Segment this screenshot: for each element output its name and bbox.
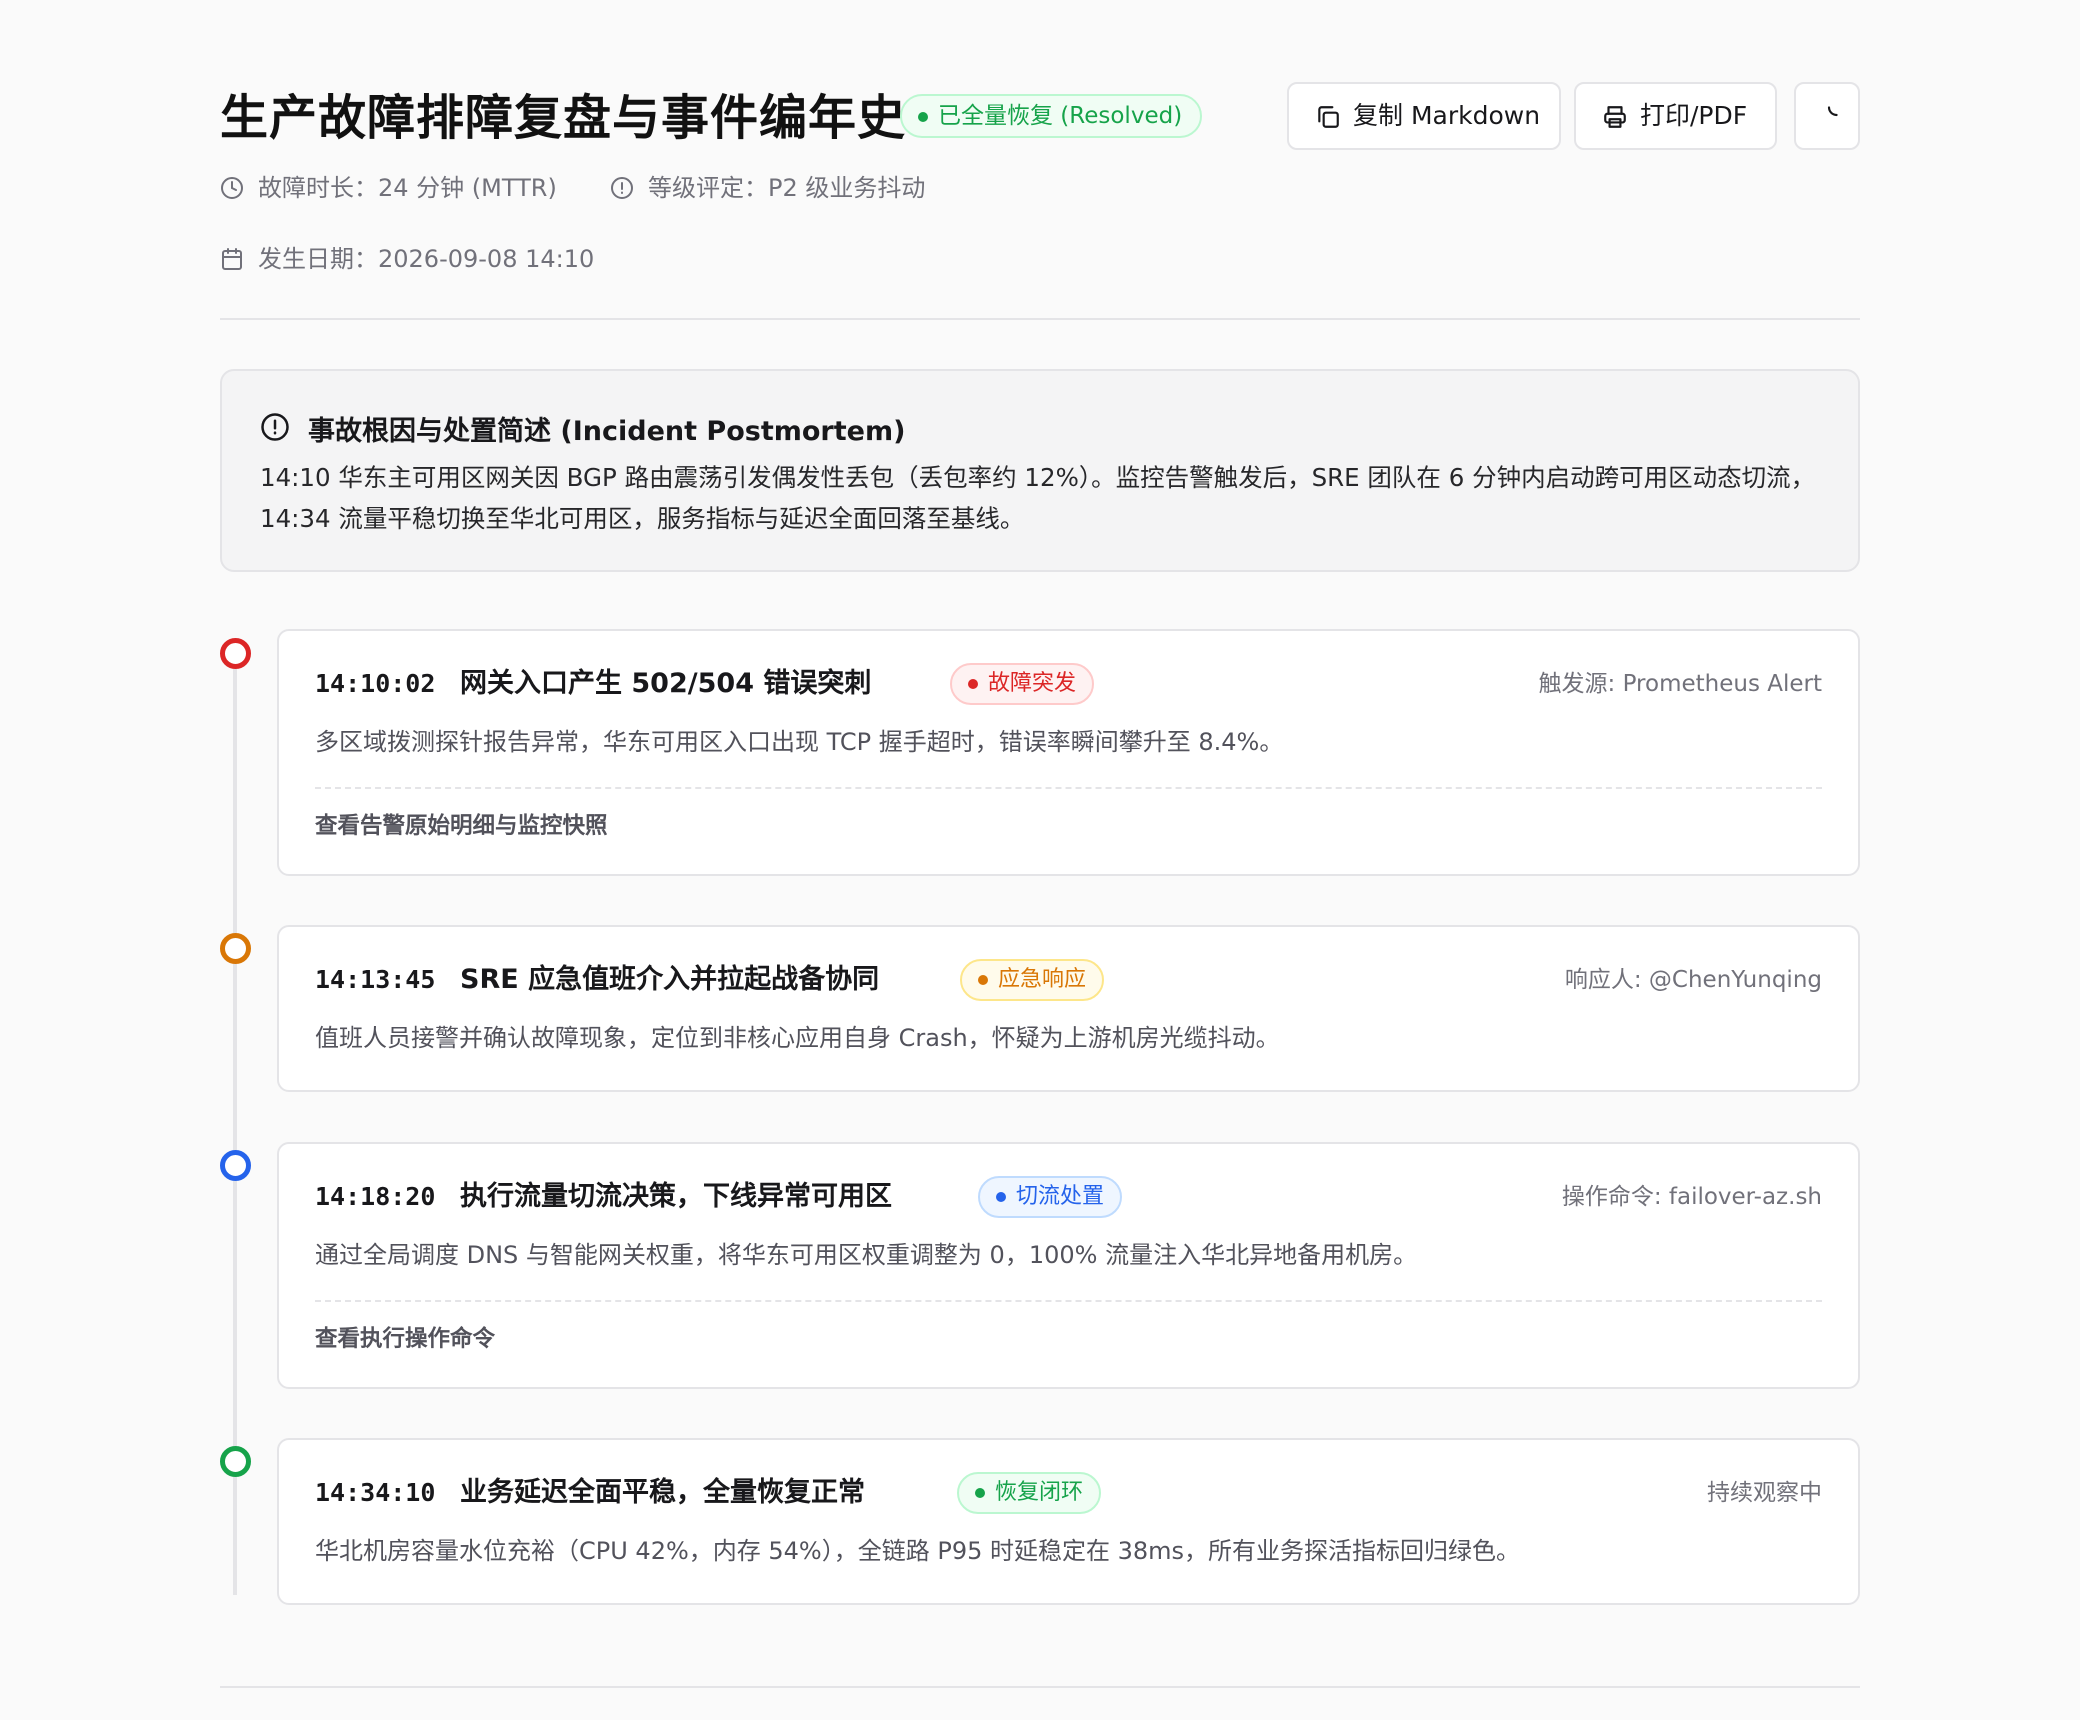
event-tag: 切流处置 — [978, 1176, 1123, 1218]
footer-divider — [220, 1686, 1860, 1688]
event-description: 多区域拨测探针报告异常，华东可用区入口出现 TCP 握手超时，错误率瞬间攀升至 … — [315, 728, 1284, 756]
meta-date-text: 发生日期：2026-09-08 14:10 — [258, 245, 595, 273]
event-tag-label: 应急响应 — [998, 967, 1087, 992]
view-alert-details-link[interactable]: 查看告警原始明细与监控快照 — [315, 811, 608, 841]
timeline-node — [220, 1446, 251, 1477]
event-time: 14:10:02 — [315, 669, 436, 698]
event-tag: 应急响应 — [960, 959, 1105, 1001]
calendar-icon — [222, 248, 242, 270]
tag-dot — [975, 1488, 985, 1498]
summary-body: 14:10 华东主可用区网关因 BGP 路由震荡引发偶发性丢包（丢包率约 12%… — [260, 463, 1816, 533]
print-pdf-button[interactable]: 打印/PDF — [1574, 82, 1777, 150]
page-header: 生产故障排障复盘与事件编年史 已全量恢复 (Resolved) 复制 Markd… — [220, 82, 1860, 152]
event-title: 执行流量切流决策，下线异常可用区 — [460, 1181, 892, 1212]
theme-toggle-button[interactable] — [1794, 82, 1860, 150]
copy-icon — [1318, 106, 1339, 128]
status-badge-label: 已全量恢复 (Resolved) — [938, 103, 1183, 129]
tag-dot — [968, 679, 978, 689]
meta-level-text: 等级评定：P2 级业务抖动 — [648, 174, 926, 202]
timeline-event-card: 14:34:10 业务延迟全面平稳，全量恢复正常 恢复闭环 持续观察中 华北机房… — [277, 1438, 1860, 1605]
printer-icon — [1604, 106, 1626, 128]
event-tag-label: 切流处置 — [1016, 1184, 1105, 1209]
header-divider — [220, 318, 1860, 320]
tag-dot — [996, 1192, 1006, 1202]
event-separator — [315, 1300, 1822, 1302]
event-source: 操作命令: failover-az.sh — [1561, 1184, 1822, 1210]
meta-date: 发生日期：2026-09-08 14:10 — [220, 243, 640, 275]
event-description: 华北机房容量水位充裕（CPU 42%，内存 54%），全链路 P95 时延稳定在… — [315, 1537, 1521, 1565]
alert-circle-icon — [611, 177, 633, 199]
event-source: 触发源: Prometheus Alert — [1538, 671, 1822, 697]
print-pdf-label: 打印/PDF — [1640, 101, 1748, 130]
view-command-link[interactable]: 查看执行操作命令 — [315, 1324, 495, 1354]
page-title: 生产故障排障复盘与事件编年史 — [220, 90, 907, 146]
event-time: 14:13:45 — [315, 965, 436, 994]
timeline-event-card: 14:13:45 SRE 应急值班介入并拉起战备协同 应急响应 响应人: @Ch… — [277, 925, 1860, 1092]
incident-summary: 事故根因与处置简述 (Incident Postmortem) 14:10 华东… — [220, 369, 1860, 572]
status-badge: 已全量恢复 (Resolved) — [900, 94, 1203, 138]
timeline-node — [220, 1150, 251, 1181]
alert-circle-icon — [261, 413, 289, 441]
event-description: 值班人员接警并确认故障现象，定位到非核心应用自身 Crash，怀疑为上游机房光缆… — [315, 1024, 1280, 1052]
meta-duration: 故障时长：24 分钟 (MTTR) — [220, 172, 600, 204]
event-title: 业务延迟全面平稳，全量恢复正常 — [460, 1477, 865, 1508]
clock-icon — [221, 177, 243, 199]
event-source: 响应人: @ChenYunqing — [1564, 967, 1822, 993]
event-tag-label: 故障突发 — [988, 671, 1077, 696]
copy-markdown-button[interactable]: 复制 Markdown — [1287, 82, 1561, 150]
meta-level: 等级评定：P2 级业务抖动 — [610, 172, 970, 204]
event-time: 14:18:20 — [315, 1182, 436, 1211]
tag-dot — [978, 975, 988, 985]
event-title: SRE 应急值班介入并拉起战备协同 — [460, 964, 880, 995]
event-description: 通过全局调度 DNS 与智能网关权重，将华东可用区权重调整为 0，100% 流量… — [315, 1241, 1418, 1269]
event-tag: 故障突发 — [950, 663, 1095, 705]
moon-icon — [1827, 106, 1838, 117]
event-tag-label: 恢复闭环 — [995, 1480, 1084, 1505]
page-container: 生产故障排障复盘与事件编年史 已全量恢复 (Resolved) 复制 Markd… — [220, 0, 1860, 1720]
copy-markdown-label: 复制 Markdown — [1353, 101, 1541, 130]
event-title: 网关入口产生 502/504 错误突刺 — [460, 668, 872, 699]
meta-duration-text: 故障时长：24 分钟 (MTTR) — [258, 174, 557, 202]
timeline-node — [220, 638, 251, 669]
timeline-event-card: 14:18:20 执行流量切流决策，下线异常可用区 切流处置 操作命令: fai… — [277, 1142, 1860, 1389]
status-dot — [918, 112, 928, 122]
summary-title: 事故根因与处置简述 (Incident Postmortem) — [308, 416, 906, 447]
event-source: 持续观察中 — [1707, 1480, 1822, 1506]
event-separator — [315, 787, 1822, 789]
timeline-event-card: 14:10:02 网关入口产生 502/504 错误突刺 故障突发 触发源: P… — [277, 629, 1860, 876]
event-tag: 恢复闭环 — [957, 1472, 1102, 1514]
timeline-node — [220, 933, 251, 964]
event-time: 14:34:10 — [315, 1478, 436, 1507]
